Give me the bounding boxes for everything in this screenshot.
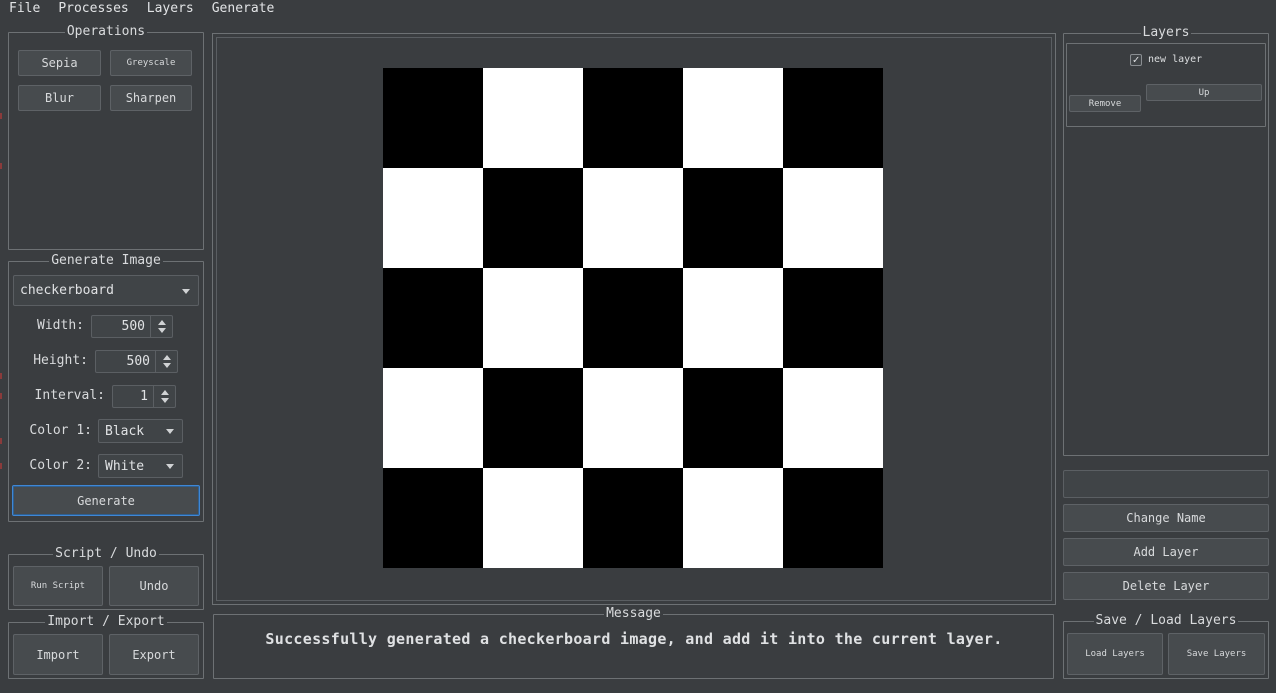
checker-cell — [783, 268, 883, 368]
checker-cell — [683, 368, 783, 468]
change-name-button[interactable]: Change Name — [1063, 504, 1269, 532]
width-spinbox[interactable]: 500 — [91, 315, 173, 338]
menu-generate[interactable]: Generate — [202, 1, 283, 17]
color2-select[interactable]: White — [98, 454, 183, 478]
checker-cell — [583, 168, 683, 268]
height-value: 500 — [126, 354, 150, 369]
layers-title: Layers — [1140, 25, 1192, 40]
checker-cell — [483, 168, 583, 268]
generator-type-select[interactable]: checkerboard — [13, 275, 199, 306]
layer-name-input[interactable] — [1063, 470, 1269, 498]
spin-down-icon[interactable] — [158, 328, 166, 333]
greyscale-button[interactable]: Greyscale — [110, 50, 192, 76]
message-title: Message — [604, 606, 663, 621]
save-layers-button[interactable]: Save Layers — [1168, 633, 1265, 675]
spin-up-icon[interactable] — [158, 320, 166, 325]
sharpen-button[interactable]: Sharpen — [110, 85, 192, 111]
color1-label: Color 1: — [29, 423, 92, 438]
remove-layer-button[interactable]: Remove — [1069, 95, 1141, 112]
width-label: Width: — [37, 318, 84, 333]
generate-button[interactable]: Generate — [12, 485, 200, 516]
checker-cell — [783, 468, 883, 568]
run-script-button[interactable]: Run Script — [13, 566, 103, 606]
generate-image-title: Generate Image — [49, 253, 163, 268]
spin-up-icon[interactable] — [163, 355, 171, 360]
delete-layer-button[interactable]: Delete Layer — [1063, 572, 1269, 600]
checker-cell — [783, 368, 883, 468]
width-value: 500 — [121, 319, 145, 334]
checker-cell — [683, 68, 783, 168]
checker-cell — [683, 168, 783, 268]
chevron-down-icon — [166, 429, 174, 434]
layer-visibility-checkbox[interactable]: ✓ — [1130, 54, 1142, 66]
height-label: Height: — [33, 353, 88, 368]
color1-select[interactable]: Black — [98, 419, 183, 443]
menu-bar: File Processes Layers Generate — [0, 0, 1276, 18]
chevron-down-icon — [182, 288, 190, 294]
spin-down-icon[interactable] — [161, 398, 169, 403]
spin-up-icon[interactable] — [161, 390, 169, 395]
message-text: Successfully generated a checkerboard im… — [265, 630, 1003, 648]
script-undo-title: Script / Undo — [53, 546, 159, 561]
checker-cell — [683, 268, 783, 368]
checker-cell — [683, 468, 783, 568]
layer-up-button[interactable]: Up — [1146, 84, 1262, 101]
checker-cell — [483, 268, 583, 368]
checker-cell — [383, 368, 483, 468]
checker-cell — [483, 368, 583, 468]
load-layers-button[interactable]: Load Layers — [1067, 633, 1163, 675]
operations-title: Operations — [64, 24, 148, 39]
menu-file[interactable]: File — [0, 1, 48, 17]
interval-label: Interval: — [34, 388, 105, 403]
checker-cell — [783, 168, 883, 268]
interval-value: 1 — [140, 389, 148, 404]
color2-value: White — [105, 458, 145, 474]
checker-cell — [483, 468, 583, 568]
color2-label: Color 2: — [29, 458, 92, 473]
blur-button[interactable]: Blur — [18, 85, 101, 111]
layer-name-label: new layer — [1148, 54, 1203, 65]
checkerboard-image[interactable] — [383, 68, 883, 568]
chevron-down-icon — [166, 464, 174, 469]
undo-button[interactable]: Undo — [109, 566, 199, 606]
checker-cell — [583, 468, 683, 568]
spin-down-icon[interactable] — [163, 363, 171, 368]
checker-cell — [583, 68, 683, 168]
export-button[interactable]: Export — [109, 634, 199, 675]
menu-layers[interactable]: Layers — [137, 1, 202, 17]
checker-cell — [383, 68, 483, 168]
checker-cell — [783, 68, 883, 168]
import-export-title: Import / Export — [45, 614, 167, 629]
import-button[interactable]: Import — [13, 634, 103, 675]
save-load-title: Save / Load Layers — [1093, 613, 1239, 628]
checker-cell — [383, 468, 483, 568]
color1-value: Black — [105, 423, 145, 439]
checker-cell — [583, 268, 683, 368]
add-layer-button[interactable]: Add Layer — [1063, 538, 1269, 566]
sepia-button[interactable]: Sepia — [18, 50, 101, 76]
checker-cell — [583, 368, 683, 468]
checker-cell — [383, 268, 483, 368]
height-spinbox[interactable]: 500 — [95, 350, 178, 373]
generator-type-value: checkerboard — [20, 283, 114, 298]
checker-cell — [483, 68, 583, 168]
menu-processes[interactable]: Processes — [48, 1, 136, 17]
interval-spinbox[interactable]: 1 — [112, 385, 176, 408]
checker-cell — [383, 168, 483, 268]
